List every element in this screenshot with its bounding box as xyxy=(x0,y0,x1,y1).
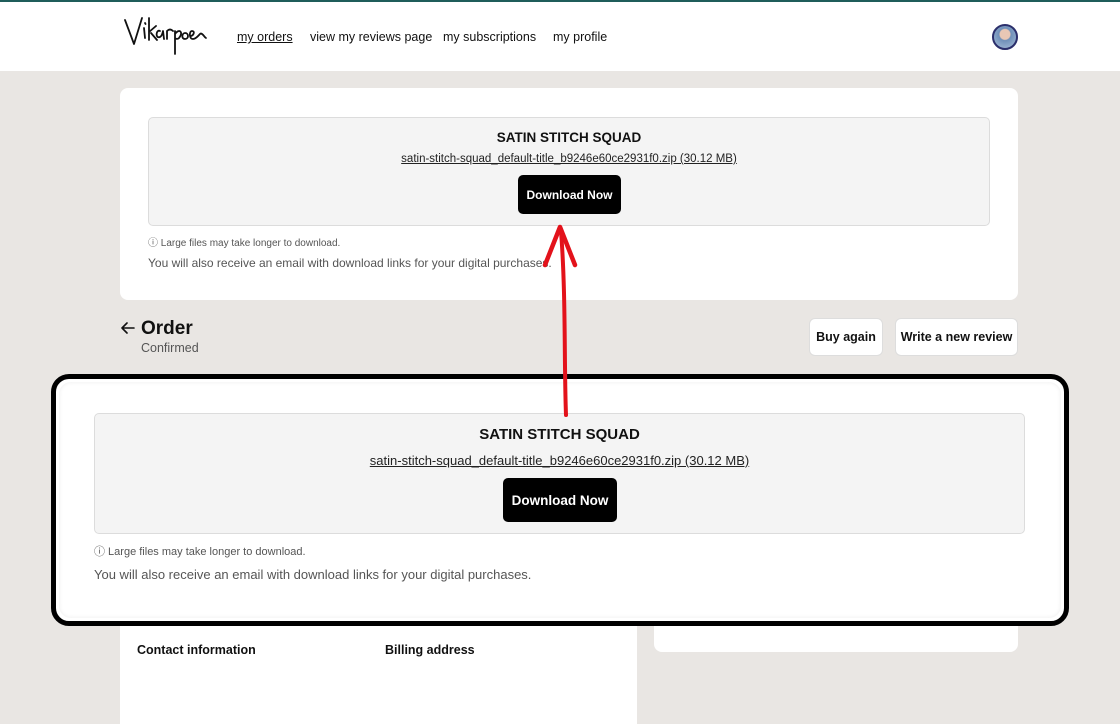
site-header: my orders view my reviews page my subscr… xyxy=(0,2,1120,71)
large-file-note: ⓘ Large files may take longer to downloa… xyxy=(148,238,341,249)
buy-again-button[interactable]: Buy again xyxy=(809,318,883,356)
contact-info-heading: Contact information xyxy=(137,643,256,657)
nav-profile[interactable]: my profile xyxy=(553,30,607,44)
nav-view-reviews[interactable]: view my reviews page xyxy=(310,30,432,44)
billing-address-heading: Billing address xyxy=(385,643,475,657)
zoomed-product-title: SATIN STITCH SQUAD xyxy=(479,426,640,443)
user-avatar[interactable] xyxy=(992,24,1018,50)
file-download-link[interactable]: satin-stitch-squad_default-title_b9246e6… xyxy=(149,153,989,165)
logo-signature-icon xyxy=(124,17,207,55)
zoomed-callout: SATIN STITCH SQUAD satin-stitch-squad_de… xyxy=(51,374,1069,626)
download-now-button[interactable]: Download Now xyxy=(518,175,621,214)
download-card: SATIN STITCH SQUAD satin-stitch-squad_de… xyxy=(120,88,1018,300)
order-status: Confirmed xyxy=(141,341,199,355)
zoomed-download-box: SATIN STITCH SQUAD satin-stitch-squad_de… xyxy=(94,413,1025,534)
download-box: SATIN STITCH SQUAD satin-stitch-squad_de… xyxy=(148,117,990,226)
order-title: Order xyxy=(141,318,193,339)
zoomed-download-card: SATIN STITCH SQUAD satin-stitch-squad_de… xyxy=(59,382,1061,618)
product-title: SATIN STITCH SQUAD xyxy=(496,130,642,145)
back-arrow-icon[interactable] xyxy=(120,320,136,336)
email-note: You will also receive an email with down… xyxy=(148,256,552,270)
zoomed-email-note: You will also receive an email with down… xyxy=(94,567,532,582)
nav-my-orders[interactable]: my orders xyxy=(237,30,293,44)
brand-logo[interactable] xyxy=(122,14,208,60)
zoomed-download-now-button[interactable]: Download Now xyxy=(503,478,617,522)
write-review-button[interactable]: Write a new review xyxy=(895,318,1018,356)
zoomed-file-download-link[interactable]: satin-stitch-squad_default-title_b9246e6… xyxy=(95,453,1024,468)
nav-subscriptions[interactable]: my subscriptions xyxy=(443,30,536,44)
zoomed-large-file-note: ⓘ Large files may take longer to downloa… xyxy=(94,546,306,558)
